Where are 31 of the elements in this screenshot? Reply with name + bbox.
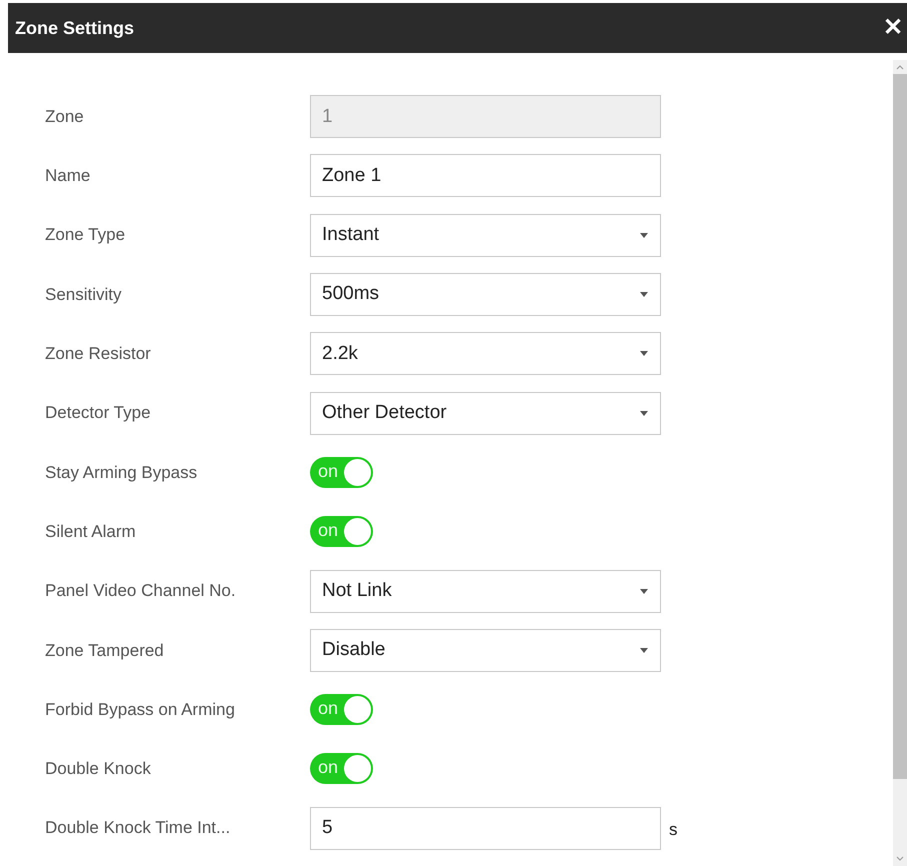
field-label: Double Knock — [45, 758, 152, 780]
text-field[interactable]: Zone 1 — [310, 154, 661, 198]
field-label: Panel Video Channel No. — [45, 580, 237, 602]
field-label: Zone — [45, 106, 85, 128]
caret-icon — [640, 292, 648, 298]
field-label: Stay Arming Bypass — [45, 462, 198, 484]
scrollbar[interactable] — [893, 60, 907, 866]
window-title: Zone Settings — [15, 16, 134, 40]
field-label: Double Knock Time Int... — [45, 817, 232, 840]
unit-label: s — [669, 819, 678, 842]
field-label: Detector Type — [45, 402, 152, 424]
field-label: Sensitivity — [45, 284, 123, 306]
field-label: Name — [45, 165, 92, 188]
dropdown[interactable]: 2.2k — [310, 332, 661, 376]
caret-icon — [640, 588, 648, 594]
field-label: Zone Tampered — [45, 640, 165, 662]
field-label: Zone Resistor — [45, 343, 152, 366]
dropdown[interactable]: 500ms — [310, 273, 661, 316]
dropdown[interactable]: Not Link — [310, 570, 661, 613]
close-button[interactable]: ✕ — [883, 16, 903, 40]
dropdown[interactable]: Instant — [310, 214, 661, 257]
caret-icon — [640, 232, 648, 238]
dropdown[interactable]: Disable — [310, 628, 661, 672]
field-label: Silent Alarm — [45, 520, 137, 543]
caret-icon — [640, 648, 648, 653]
caret-icon — [640, 351, 648, 356]
text-field[interactable]: 5 — [310, 806, 661, 850]
caret-icon — [640, 410, 648, 416]
dropdown[interactable]: Other Detector — [310, 392, 661, 435]
field-label: Forbid Bypass on Arming — [45, 698, 236, 721]
field-label: Zone Type — [45, 224, 126, 246]
